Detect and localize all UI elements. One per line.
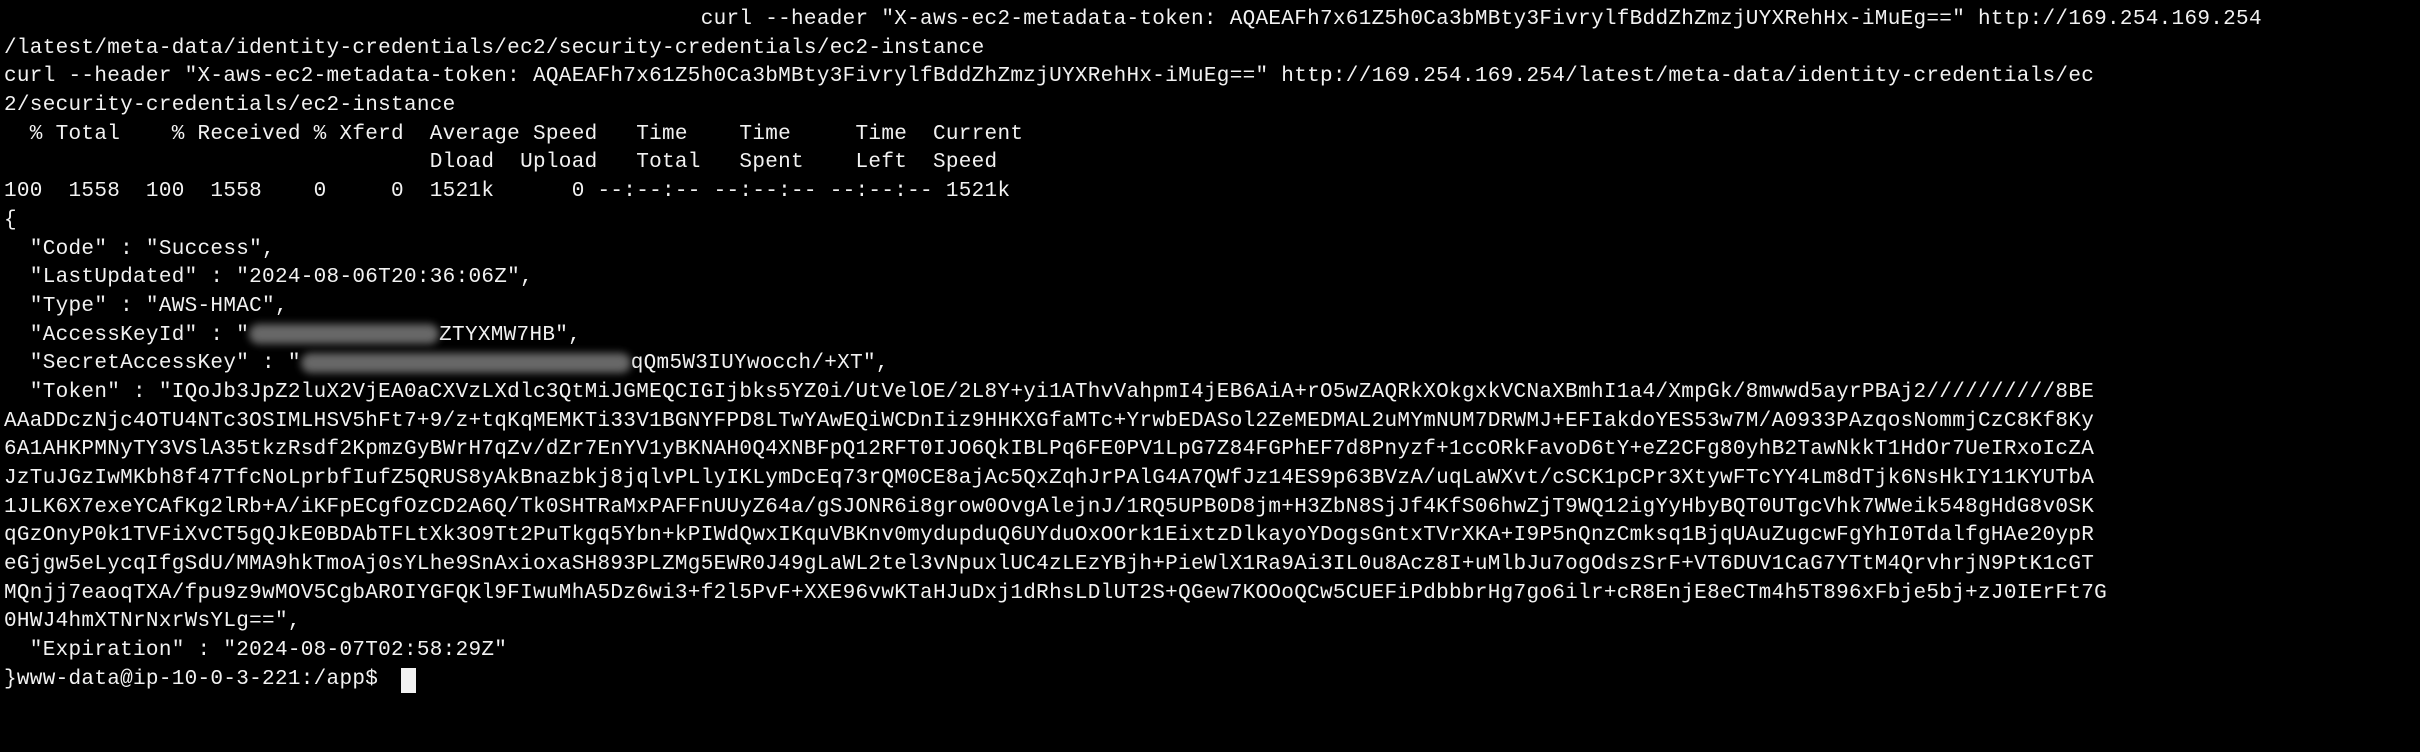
redacted-secret-key (300, 352, 631, 373)
access-key-suffix: ZTYXMW7HB", (439, 323, 582, 347)
progress-header: Dload Upload Total Spent Left Speed (4, 151, 998, 175)
json-token-continuation: MQnjj7eaoqTXA/fpu9z9wMOV5CgbAROIYGFQKl9F… (4, 581, 2108, 605)
shell-prompt: }www-data@ip-10-0-3-221:/app$ (4, 667, 392, 691)
curl-command-line: curl --header "X-aws-ec2-metadata-token:… (4, 8, 2262, 31)
json-token-continuation: 1JLK6X7exeYCAfKg2lRb+A/iKFpECgfOzCD2A6Q/… (4, 495, 2095, 519)
json-type-line: "Type" : "AWS-HMAC", (4, 294, 288, 318)
curl-command-echo: 2/security-credentials/ec2-instance (4, 94, 456, 118)
progress-stats: 100 1558 100 1558 0 0 1521k 0 --:--:-- -… (4, 180, 1011, 204)
text-cursor (401, 667, 417, 693)
json-token-continuation: JzTuJGzIwMKbh8f47TfcNoLprbfIufZ5QRUS8yAk… (4, 467, 2095, 490)
json-expiration-line: "Expiration" : "2024-08-07T02:58:29Z" (4, 639, 508, 663)
redacted-access-key (249, 324, 440, 345)
secret-key-suffix: qQm5W3IUYwocch/+XT", (630, 352, 889, 376)
json-token-line: "Token" : "IQoJb3JpZ2luX2VjEA0aCXVzLXdlc… (4, 380, 2095, 404)
json-token-continuation: eGjgw5eLycqIfgSdU/MMA9hkTmoAj0sYLhe9SnAx… (4, 553, 2095, 577)
json-token-end: 0HWJ4hmXTNrNxrWsYLg==", (4, 610, 301, 634)
secret-key-label: "SecretAccessKey" : " (4, 352, 301, 376)
json-code-line: "Code" : "Success", (4, 237, 275, 261)
json-open-brace: { (4, 208, 17, 232)
json-token-continuation: 6A1AHKPMNyTY3VSlA35tkzRsdf2KpmzGyBWrH7qZ… (4, 438, 2095, 462)
json-token-continuation: AAaDDczNjc4OTU4NTc3OSIMLHSV5hFt7+9/z+tqK… (4, 409, 2095, 433)
shell-prompt-line[interactable]: }www-data@ip-10-0-3-221:/app$ (4, 666, 2416, 695)
json-last-updated-line: "LastUpdated" : "2024-08-06T20:36:06Z", (4, 266, 533, 290)
access-key-label: "AccessKeyId" : " (4, 323, 250, 347)
terminal-window[interactable]: curl --header "X-aws-ec2-metadata-token:… (0, 0, 2420, 752)
progress-header: % Total % Received % Xferd Average Speed… (4, 122, 1024, 146)
json-secret-key-line: "SecretAccessKey" : " qQm5W3IUYwocch/+XT"… (4, 350, 2416, 379)
json-access-key-line: "AccessKeyId" : " ZTYXMW7HB", (4, 322, 2416, 351)
curl-command-echo: curl --header "X-aws-ec2-metadata-token:… (4, 65, 2095, 89)
curl-command-line: /latest/meta-data/identity-credentials/e… (4, 36, 985, 60)
json-token-continuation: qGzOnyP0k1TVFiXvCT5gQJkE0BDAbTFLtXk3O9Tt… (4, 524, 2095, 548)
